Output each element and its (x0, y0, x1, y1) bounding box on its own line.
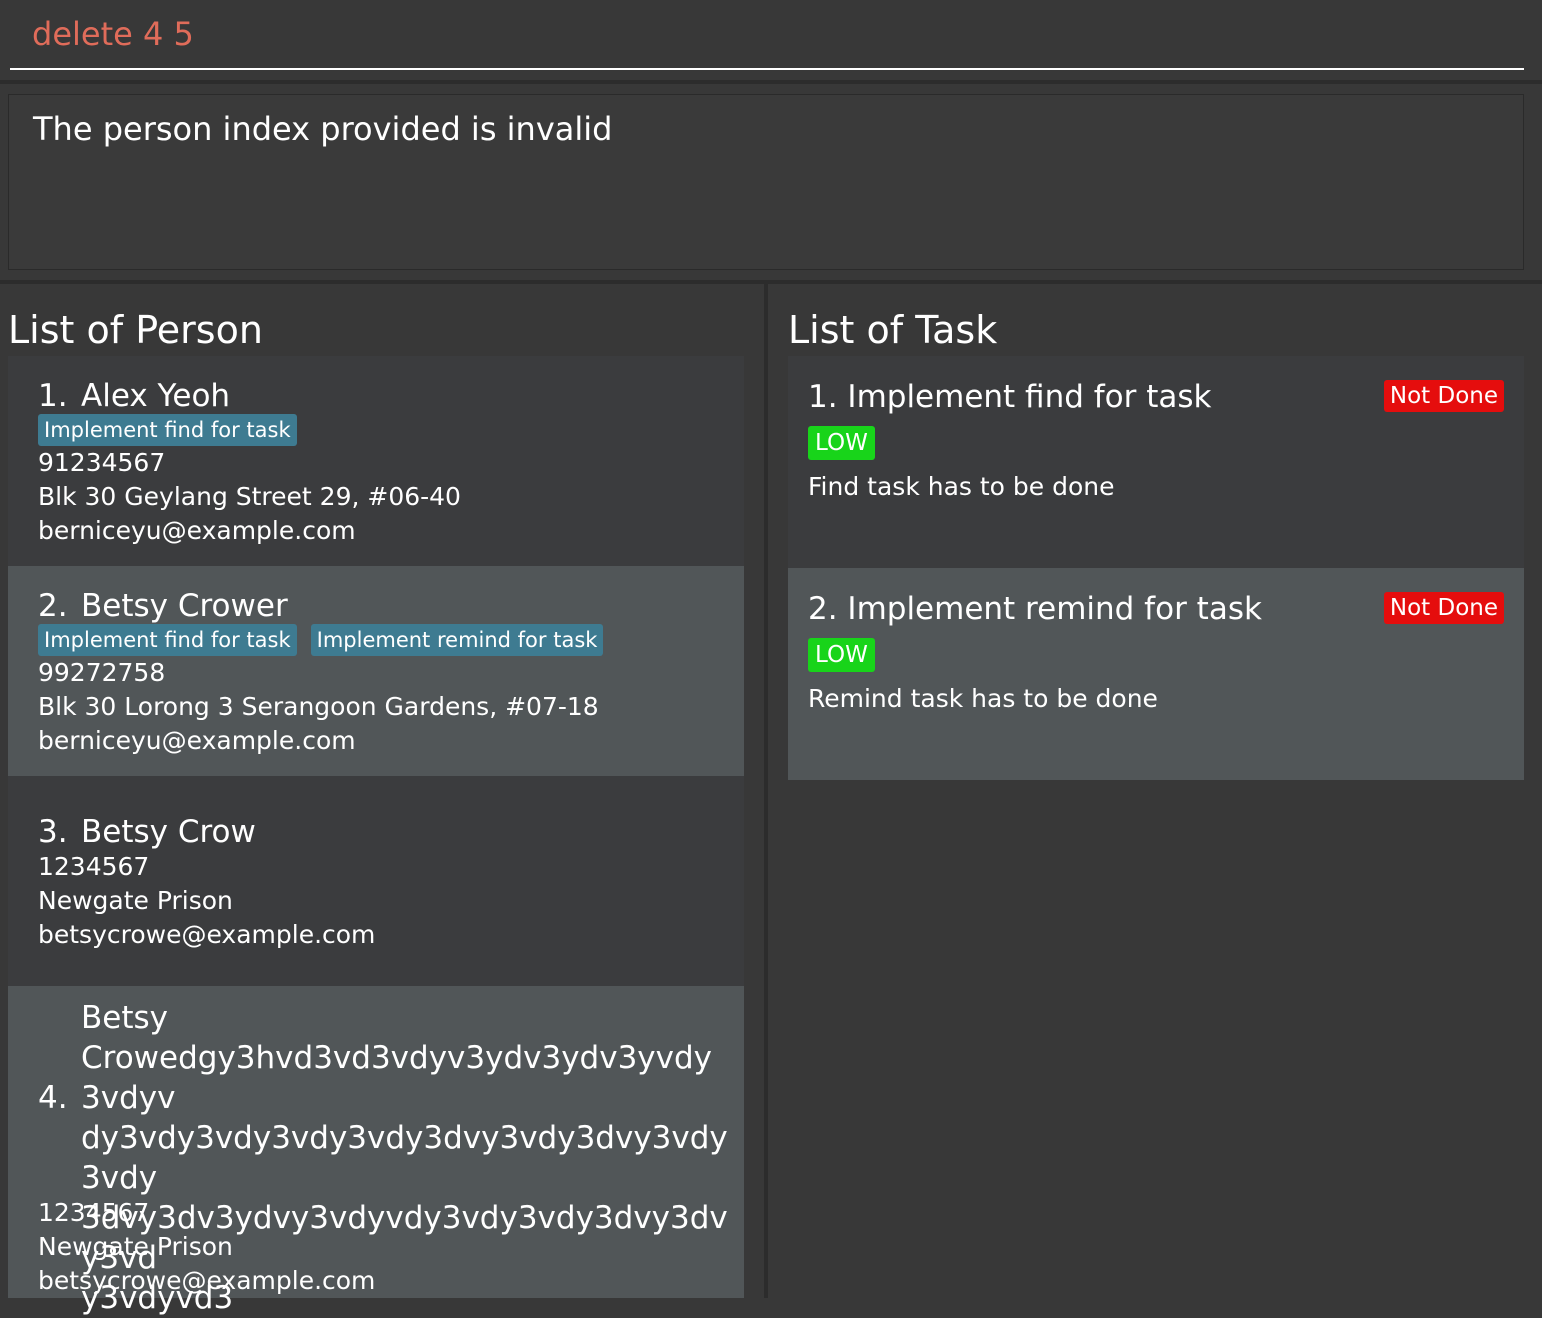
person-email: betsycrowe@example.com (38, 920, 376, 949)
person-index: 2. (38, 588, 68, 624)
tag-label: Implement find for task (38, 624, 297, 656)
person-index: 1. (38, 378, 68, 414)
divider (0, 280, 1542, 284)
person-name-line: Crowedgy3hvd3vd3vdyv3ydv3ydv3yvdy3vdyv (81, 1040, 713, 1116)
person-phone: 99272758 (38, 658, 166, 687)
command-input[interactable]: delete 4 5 (32, 12, 1432, 56)
task-card[interactable]: 1. Implement find for task Not Done LOW … (788, 356, 1524, 568)
person-phone: 91234567 (38, 448, 166, 477)
task-title: 2. Implement remind for task (808, 591, 1262, 627)
person-tags: Implement find for task (38, 414, 297, 446)
person-card[interactable]: 4. Betsy Crowedgy3hvd3vd3vdyv3ydv3ydv3yv… (8, 986, 744, 1316)
person-name: Alex Yeoh (81, 378, 231, 414)
person-name: Betsy Crower (81, 588, 288, 624)
person-name-line: Betsy (81, 1000, 168, 1036)
task-list-title: List of Task (788, 308, 998, 352)
person-card[interactable]: 2. Betsy Crower Implement find for task … (8, 566, 744, 776)
task-card[interactable]: 2. Implement remind for task Not Done LO… (788, 568, 1524, 780)
priority-badge: LOW (808, 638, 875, 672)
result-message: The person index provided is invalid (33, 110, 613, 148)
divider (0, 80, 1542, 84)
person-list-title: List of Person (8, 308, 263, 352)
person-address: Newgate Prison (38, 1232, 233, 1261)
person-name-line: dy3vdy3vdy3vdy3vdy3dvy3vdy3dvy3vdy3vdy (81, 1120, 728, 1196)
task-list[interactable]: 1. Implement find for task Not Done LOW … (788, 356, 1524, 780)
tag-label: Implement find for task (38, 414, 297, 446)
person-card[interactable]: 3. Betsy Crow 1234567 Newgate Prison bet… (8, 776, 744, 986)
person-index: 4. (38, 1080, 68, 1116)
person-email: berniceyu@example.com (38, 516, 356, 545)
person-name: Betsy Crow (81, 814, 256, 850)
person-email: betsycrowe@example.com (38, 1266, 376, 1295)
command-box[interactable]: delete 4 5 (10, 0, 1524, 70)
task-title: 1. Implement find for task (808, 379, 1212, 415)
person-header: 4. Betsy Crowedgy3hvd3vd3vdyv3ydv3ydv3yv… (38, 998, 728, 1316)
person-email: berniceyu@example.com (38, 726, 356, 755)
panel-splitter[interactable] (764, 282, 768, 1298)
person-tags: Implement find for task Implement remind… (38, 624, 604, 656)
person-index: 3. (38, 814, 68, 850)
priority-badge: LOW (808, 426, 875, 460)
person-card[interactable]: 1. Alex Yeoh Implement find for task 912… (8, 356, 744, 566)
result-display: The person index provided is invalid (8, 94, 1524, 270)
status-badge: Not Done (1383, 592, 1504, 624)
person-phone: 1234567 (38, 852, 150, 881)
person-phone: 1234567 (38, 1198, 150, 1227)
task-description: Find task has to be done (808, 472, 1115, 501)
status-badge: Not Done (1383, 380, 1504, 412)
person-address: Newgate Prison (38, 886, 233, 915)
person-address: Blk 30 Lorong 3 Serangoon Gardens, #07-1… (38, 692, 599, 721)
person-address: Blk 30 Geylang Street 29, #06-40 (38, 482, 461, 511)
tag-label: Implement remind for task (310, 624, 604, 656)
person-list[interactable]: 1. Alex Yeoh Implement find for task 912… (8, 356, 744, 1316)
task-description: Remind task has to be done (808, 684, 1158, 713)
